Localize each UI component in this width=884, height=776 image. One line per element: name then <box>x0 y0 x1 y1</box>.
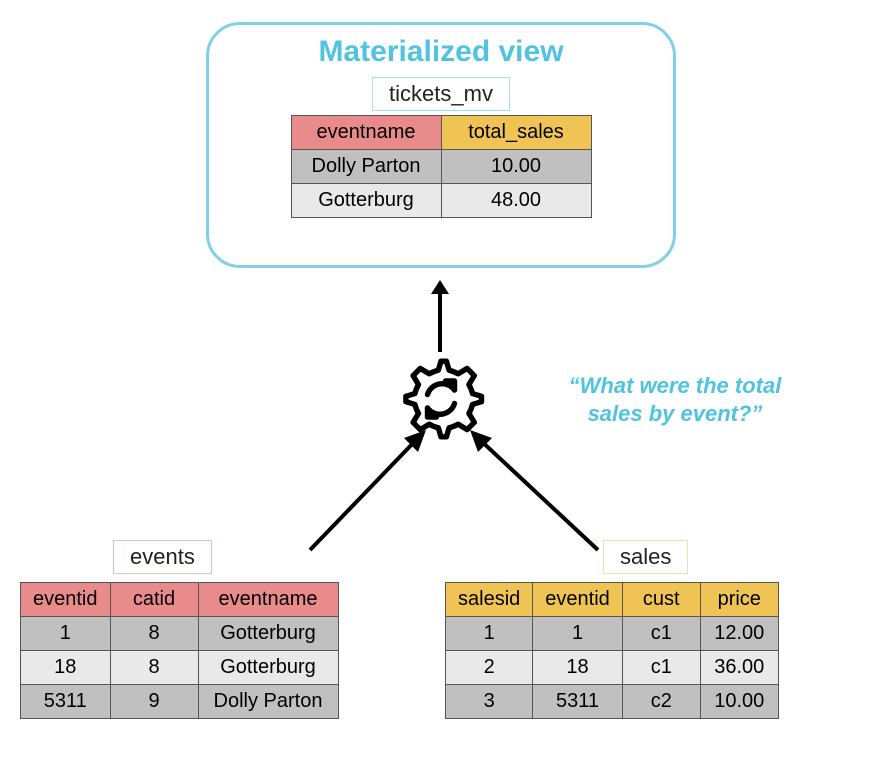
mv-table-label: tickets_mv <box>372 77 510 111</box>
mv-title: Materialized view <box>318 35 563 69</box>
cell: 36.00 <box>700 651 778 685</box>
cell: 10.00 <box>441 150 591 184</box>
cell: 18 <box>533 651 623 685</box>
cell: c1 <box>622 617 700 651</box>
col-price: price <box>700 583 778 617</box>
sales-table-label: sales <box>603 540 688 574</box>
col-salesid: salesid <box>446 583 533 617</box>
cell: c2 <box>622 685 700 719</box>
cell: 5311 <box>533 685 623 719</box>
table-row: 3 5311 c2 10.00 <box>446 685 779 719</box>
cell: 1 <box>21 617 111 651</box>
cell: 8 <box>110 617 198 651</box>
col-total-sales: total_sales <box>441 116 591 150</box>
table-row: 2 18 c1 36.00 <box>446 651 779 685</box>
question-text: “What were the total sales by event?” <box>545 372 805 427</box>
mv-table: eventname total_sales Dolly Parton 10.00… <box>291 115 592 218</box>
cell: Gotterburg <box>198 651 338 685</box>
table-row: 5311 9 Dolly Parton <box>21 685 339 719</box>
table-header-row: eventid catid eventname <box>21 583 339 617</box>
col-eventid: eventid <box>21 583 111 617</box>
arrow-events-to-gear <box>300 420 440 560</box>
cell: Gotterburg <box>291 184 441 218</box>
cell: Dolly Parton <box>198 685 338 719</box>
cell: c1 <box>622 651 700 685</box>
cell: 2 <box>446 651 533 685</box>
table-header-row: eventname total_sales <box>291 116 591 150</box>
cell: 1 <box>446 617 533 651</box>
arrow-sales-to-gear <box>448 420 608 560</box>
materialized-view-box: Materialized view tickets_mv eventname t… <box>206 22 676 268</box>
cell: 12.00 <box>700 617 778 651</box>
table-row: 18 8 Gotterburg <box>21 651 339 685</box>
cell: 18 <box>21 651 111 685</box>
cell: 1 <box>533 617 623 651</box>
table-row: 1 1 c1 12.00 <box>446 617 779 651</box>
cell: 10.00 <box>700 685 778 719</box>
cell: 3 <box>446 685 533 719</box>
cell: 8 <box>110 651 198 685</box>
table-header-row: salesid eventid cust price <box>446 583 779 617</box>
events-table-label: events <box>113 540 212 574</box>
sales-table: salesid eventid cust price 1 1 c1 12.00 … <box>445 582 779 719</box>
arrow-gear-to-mv <box>428 280 452 360</box>
cell: 5311 <box>21 685 111 719</box>
col-cust: cust <box>622 583 700 617</box>
col-eventname: eventname <box>198 583 338 617</box>
table-row: Gotterburg 48.00 <box>291 184 591 218</box>
col-catid: catid <box>110 583 198 617</box>
col-eventid: eventid <box>533 583 623 617</box>
cell: Gotterburg <box>198 617 338 651</box>
col-eventname: eventname <box>291 116 441 150</box>
cell: 48.00 <box>441 184 591 218</box>
table-row: Dolly Parton 10.00 <box>291 150 591 184</box>
table-row: 1 8 Gotterburg <box>21 617 339 651</box>
cell: Dolly Parton <box>291 150 441 184</box>
events-table: eventid catid eventname 1 8 Gotterburg 1… <box>20 582 339 719</box>
cell: 9 <box>110 685 198 719</box>
